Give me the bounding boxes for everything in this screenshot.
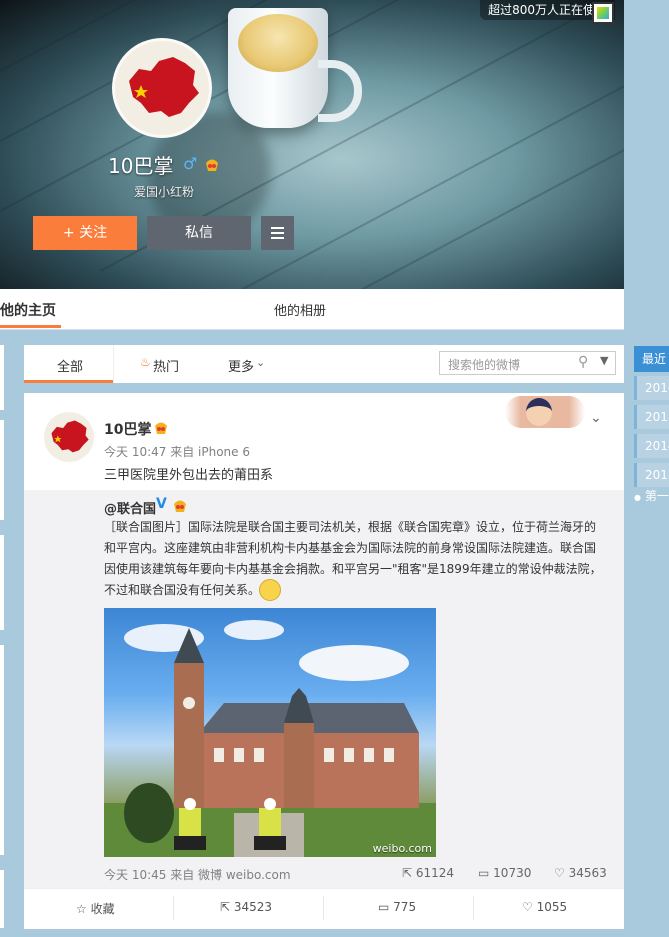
timeline-first[interactable]: ● 第一: [634, 487, 669, 504]
forward-icon: ⇱: [402, 866, 413, 880]
left-panel-edge: [0, 535, 4, 630]
image-watermark: weibo.com: [372, 842, 432, 855]
tab-home[interactable]: 他的主页: [0, 300, 56, 320]
like-icon: ♡: [554, 866, 565, 880]
comment-button[interactable]: ▭ 775: [378, 900, 416, 914]
left-panel-edge: [0, 645, 4, 855]
repost-forward-count[interactable]: ⇱ 61124: [402, 866, 454, 880]
peace-palace-illustration: [104, 620, 436, 857]
repost-author[interactable]: @联合国: [104, 498, 156, 517]
post-avatar[interactable]: [44, 412, 94, 462]
profile-name: 10巴掌: [108, 154, 174, 178]
timeline-year-2016[interactable]: 2016: [634, 376, 669, 400]
coffee-surface: [238, 14, 318, 72]
repost-like-count[interactable]: ♡ 34563: [554, 866, 607, 880]
repost-time-source[interactable]: 今天 10:45 来自 微博 weibo.com: [104, 866, 291, 883]
post-author[interactable]: 10巴掌: [104, 419, 151, 439]
forward-icon: ⇱: [220, 900, 231, 914]
flame-icon: ♨: [140, 355, 151, 369]
forward-button[interactable]: ⇱ 34523: [220, 900, 272, 914]
post-time-source[interactable]: 今天 10:47 来自 iPhone 6: [104, 443, 250, 460]
follow-button[interactable]: + 关注: [33, 216, 137, 250]
divider: [113, 345, 114, 383]
verified-icon: V: [156, 496, 167, 512]
comment-count: 10730: [493, 866, 532, 880]
repost-comment-count[interactable]: ▭ 10730: [478, 866, 531, 880]
filter-active-indicator: [24, 380, 113, 383]
menu-icon[interactable]: [261, 216, 294, 250]
comment-icon: ▭: [378, 900, 390, 914]
male-icon: ♂: [183, 154, 198, 173]
favorite-button[interactable]: ☆ 收藏: [76, 900, 115, 917]
left-panel-edge: [0, 420, 4, 520]
china-map-icon: [51, 420, 89, 453]
tab-album[interactable]: 他的相册: [274, 300, 326, 319]
search-dropdown-icon[interactable]: ▼: [600, 354, 608, 367]
divider: [323, 896, 324, 920]
favorite-label: 收藏: [90, 902, 115, 916]
post-text: 三甲医院里外包出去的莆田系: [104, 468, 274, 483]
filter-hot[interactable]: 热门: [153, 356, 179, 375]
timeline-year-2014[interactable]: 2014: [634, 434, 669, 458]
message-button[interactable]: 私信: [147, 216, 251, 250]
vip-badge-icon[interactable]: [172, 499, 188, 516]
divider: [173, 896, 174, 920]
comment-icon: ▭: [478, 866, 490, 880]
star-icon: ☆: [76, 902, 87, 916]
post-image[interactable]: weibo.com: [104, 608, 436, 857]
forward-count: 61124: [415, 866, 455, 880]
vip-badge-icon[interactable]: [204, 158, 220, 175]
vip-badge-icon[interactable]: [153, 421, 169, 438]
comment-count: 775: [393, 900, 417, 914]
timeline-header[interactable]: 最近: [634, 346, 669, 372]
filter-more[interactable]: 更多: [228, 356, 254, 375]
left-panel-edge: [0, 870, 4, 928]
like-icon: ♡: [522, 900, 533, 914]
profile-subtitle: 爱国小红粉: [134, 185, 195, 199]
left-panel-edge: [0, 345, 4, 410]
cartoon-icon: [526, 398, 552, 426]
like-count: 1055: [536, 900, 568, 914]
thinking-emoji-icon: [259, 579, 281, 601]
repost-text: ［联合国图片］国际法院是联合国主要司法机关，根据《联合国宪章》设立，位于荷兰海牙…: [104, 520, 602, 597]
tab-active-indicator: [0, 325, 61, 328]
chevron-down-icon[interactable]: ⌄: [256, 356, 265, 369]
divider: [473, 896, 474, 920]
timeline-first-label: 第一: [644, 489, 669, 503]
search-icon[interactable]: ⚲: [578, 354, 588, 370]
timeline-year-2013[interactable]: 2013: [634, 463, 669, 487]
like-button[interactable]: ♡ 1055: [522, 900, 567, 914]
avatar[interactable]: [112, 38, 212, 138]
forward-count: 34523: [233, 900, 273, 914]
chevron-down-icon[interactable]: ⌄: [590, 410, 602, 426]
timeline-year-2015[interactable]: 2015: [634, 405, 669, 429]
search-placeholder: 搜索他的微博: [448, 358, 521, 372]
like-count: 34563: [568, 866, 607, 880]
filter-all[interactable]: 全部: [57, 356, 83, 375]
skin-icon[interactable]: [592, 2, 614, 24]
china-map-icon: [129, 57, 199, 117]
